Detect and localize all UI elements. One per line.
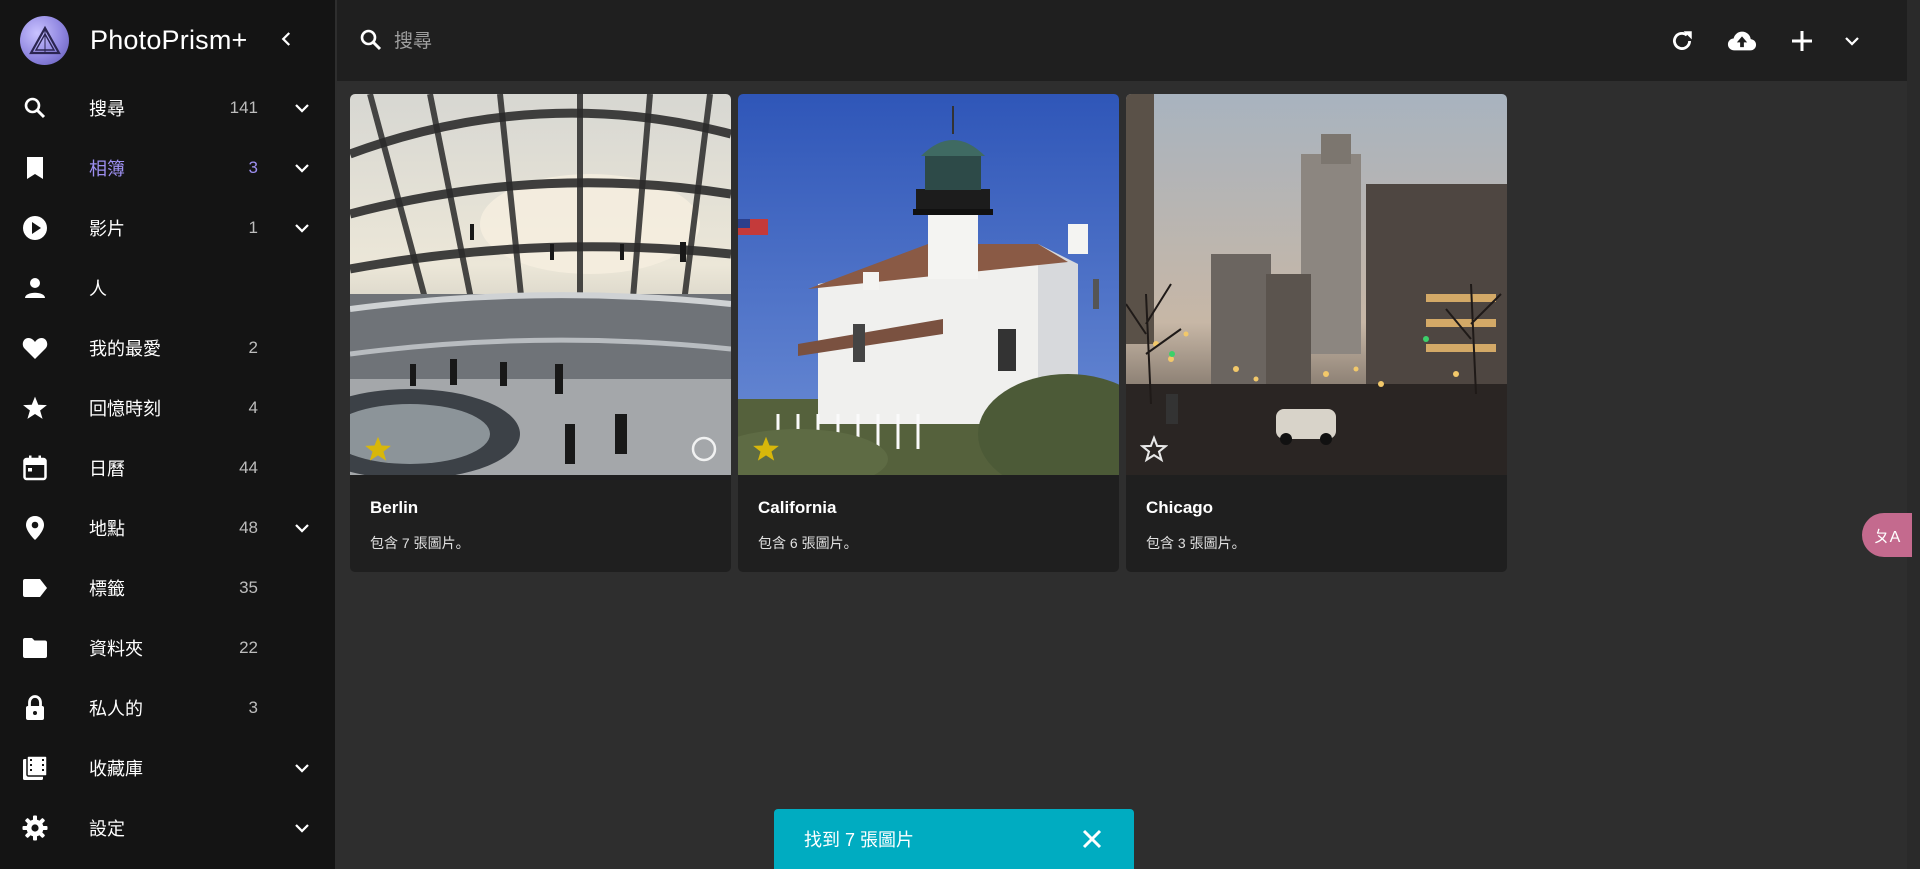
sidebar-item-count: 1 xyxy=(248,218,258,237)
favorite-star-icon[interactable] xyxy=(364,435,392,463)
chevron-down-icon[interactable] xyxy=(291,757,313,779)
sidebar-item-count: 44 xyxy=(239,458,258,477)
scrollbar-track[interactable] xyxy=(1907,0,1920,869)
album-description: 包含 7 張圖片。 xyxy=(370,535,470,551)
collapse-sidebar-button[interactable] xyxy=(276,28,298,50)
search-input[interactable] xyxy=(392,26,996,58)
sidebar-item-label: 影片 xyxy=(89,219,125,239)
more-options-button[interactable] xyxy=(1837,26,1867,56)
refresh-button[interactable] xyxy=(1667,26,1697,56)
refresh-icon xyxy=(1673,31,1692,50)
sidebar-item-places[interactable]: 地點 48 xyxy=(0,498,335,558)
chevron-down-icon xyxy=(1845,37,1859,46)
heart-icon xyxy=(22,335,48,361)
sidebar-item-count: 3 xyxy=(248,158,258,177)
sidebar-item-labels[interactable]: 標籤 35 xyxy=(0,558,335,618)
translate-icon: ㄆA xyxy=(1873,529,1901,546)
upload-button[interactable] xyxy=(1727,26,1757,56)
sidebar-item-favorites[interactable]: 我的最愛 2 xyxy=(0,318,335,378)
album-title[interactable]: Berlin xyxy=(370,498,418,518)
sidebar-item-label: 地點 xyxy=(89,519,125,539)
app-name: PhotoPrism+ xyxy=(90,25,248,55)
person-icon xyxy=(22,275,48,301)
favorite-star-icon[interactable] xyxy=(752,435,780,463)
favorite-star-outline-icon[interactable] xyxy=(1139,435,1169,463)
brand[interactable]: PhotoPrism+ xyxy=(20,16,248,65)
sidebar-item-label: 相簿 xyxy=(89,159,125,179)
sidebar-item-label: 我的最愛 xyxy=(89,339,161,359)
album-thumbnail[interactable] xyxy=(1126,94,1507,475)
sidebar-item-label: 資料夾 xyxy=(89,639,143,659)
sidebar-item-albums[interactable]: 相簿 3 xyxy=(0,138,335,198)
translate-tab[interactable]: ㄆA xyxy=(1862,513,1912,557)
search-icon xyxy=(22,95,48,121)
album-card[interactable]: California 包含 6 張圖片。 xyxy=(738,94,1119,572)
sidebar-item-label: 日曆 xyxy=(89,459,125,479)
berlin-dome-photo xyxy=(350,94,731,475)
sidebar: PhotoPrism+ 搜尋 141 相簿 3 影片 1 人 我的最愛 2 回憶… xyxy=(0,0,335,869)
sidebar-item-count: 48 xyxy=(239,518,258,537)
album-description: 包含 3 張圖片。 xyxy=(1146,535,1246,551)
sidebar-item-count: 4 xyxy=(248,398,258,417)
plus-icon xyxy=(1792,31,1812,51)
sidebar-item-settings[interactable]: 設定 xyxy=(0,798,335,858)
sidebar-item-label: 搜尋 xyxy=(89,99,125,119)
album-title[interactable]: Chicago xyxy=(1146,498,1213,518)
sidebar-item-calendar[interactable]: 日曆 44 xyxy=(0,438,335,498)
star-icon xyxy=(22,395,48,421)
album-card[interactable]: Chicago 包含 3 張圖片。 xyxy=(1126,94,1507,572)
sidebar-item-count: 35 xyxy=(239,578,258,597)
sidebar-item-label: 設定 xyxy=(89,819,125,839)
chevron-down-icon[interactable] xyxy=(291,217,313,239)
close-icon[interactable] xyxy=(1080,827,1104,851)
folder-icon xyxy=(22,635,48,661)
snackbar-message: 找到 7 張圖片 xyxy=(804,830,915,850)
chevron-down-icon[interactable] xyxy=(291,817,313,839)
sidebar-item-label: 私人的 xyxy=(89,699,143,719)
chicago-street-photo xyxy=(1126,94,1507,475)
gear-icon xyxy=(22,815,48,841)
album-thumbnail[interactable] xyxy=(738,94,1119,475)
lock-icon xyxy=(22,695,48,721)
sidebar-item-private[interactable]: 私人的 3 xyxy=(0,678,335,738)
map-pin-icon xyxy=(22,515,48,541)
album-card[interactable]: Berlin 包含 7 張圖片。 xyxy=(350,94,731,572)
cloud-upload-icon xyxy=(1727,31,1757,51)
california-lighthouse-photo xyxy=(738,94,1119,475)
snackbar: 找到 7 張圖片 xyxy=(774,809,1134,869)
photoprism-logo xyxy=(20,16,69,65)
film-library-icon xyxy=(22,755,48,781)
tag-icon xyxy=(22,575,48,601)
chevron-down-icon[interactable] xyxy=(291,157,313,179)
sidebar-item-label: 人 xyxy=(89,279,107,299)
search-icon[interactable] xyxy=(359,28,383,52)
add-button[interactable] xyxy=(1787,26,1817,56)
sidebar-item-count: 3 xyxy=(248,698,258,717)
sidebar-item-people[interactable]: 人 xyxy=(0,258,335,318)
sidebar-nav: 搜尋 141 相簿 3 影片 1 人 我的最愛 2 回憶時刻 4 日曆 44 地… xyxy=(0,78,335,858)
sidebar-item-library[interactable]: 收藏庫 xyxy=(0,738,335,798)
album-description: 包含 6 張圖片。 xyxy=(758,535,858,551)
sidebar-item-count: 2 xyxy=(248,338,258,357)
sidebar-item-search[interactable]: 搜尋 141 xyxy=(0,78,335,138)
top-toolbar xyxy=(337,0,1907,81)
sidebar-item-videos[interactable]: 影片 1 xyxy=(0,198,335,258)
bookmark-icon xyxy=(22,155,48,181)
sidebar-item-label: 回憶時刻 xyxy=(89,399,161,419)
calendar-icon xyxy=(22,455,48,481)
sidebar-item-label: 標籤 xyxy=(89,579,125,599)
album-title[interactable]: California xyxy=(758,498,836,518)
album-thumbnail[interactable] xyxy=(350,94,731,475)
sidebar-item-folders[interactable]: 資料夾 22 xyxy=(0,618,335,678)
sidebar-item-count: 141 xyxy=(229,98,258,117)
sidebar-item-moments[interactable]: 回憶時刻 4 xyxy=(0,378,335,438)
chevron-down-icon[interactable] xyxy=(291,517,313,539)
chevron-down-icon[interactable] xyxy=(291,97,313,119)
sidebar-item-label: 收藏庫 xyxy=(89,759,143,779)
play-circle-icon xyxy=(22,215,48,241)
sidebar-item-count: 22 xyxy=(239,638,258,657)
chevron-left-icon xyxy=(281,32,291,46)
select-circle-icon[interactable] xyxy=(690,435,718,463)
